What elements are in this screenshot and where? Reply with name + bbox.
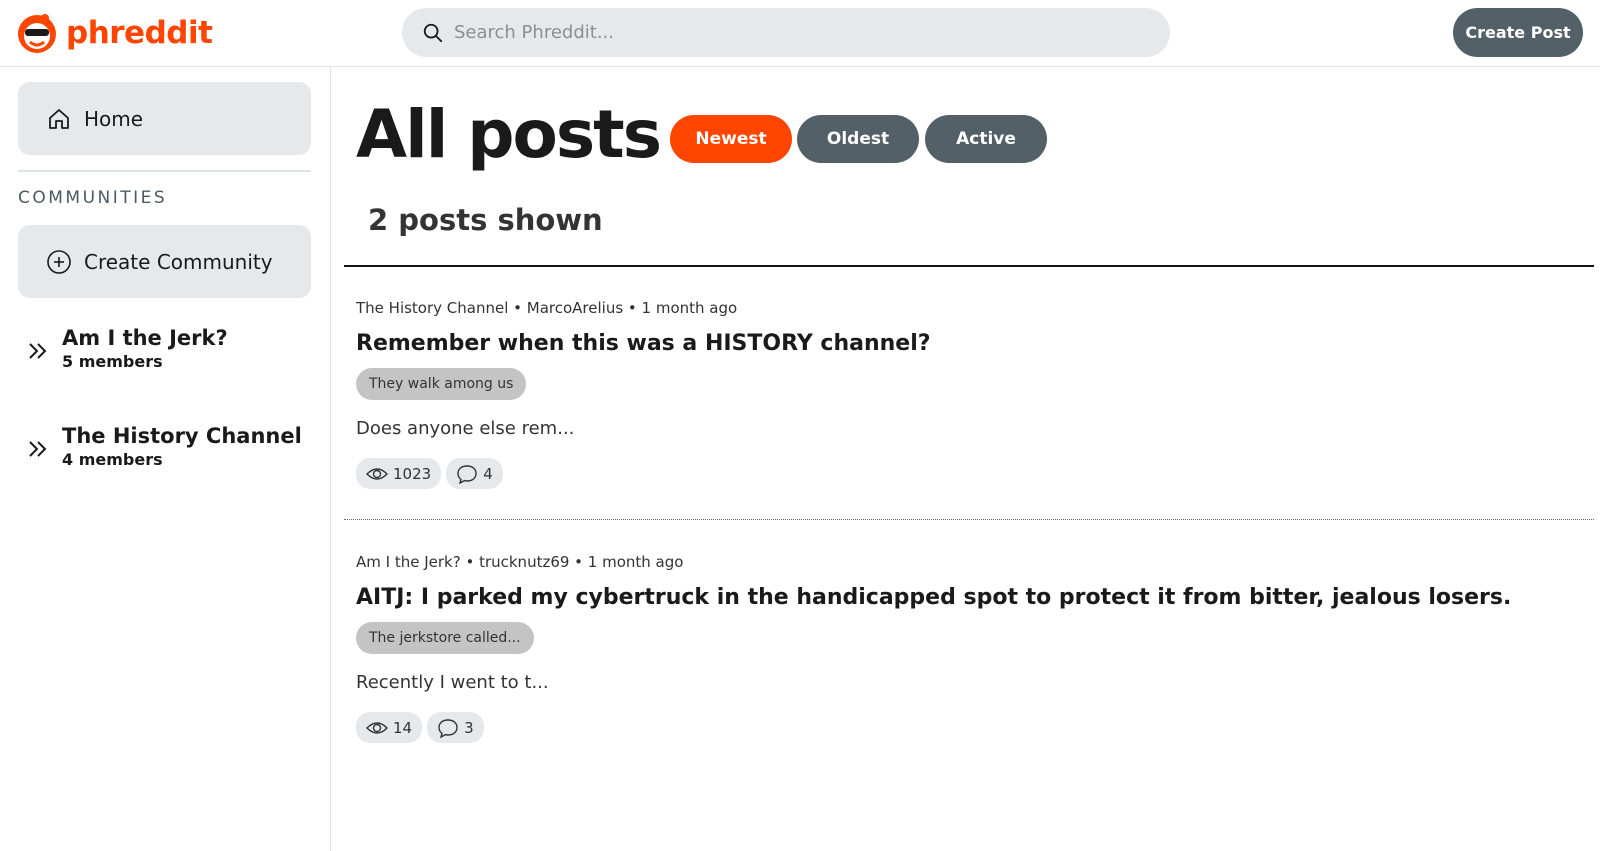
post-meta: The History Channel • MarcoArelius • 1 m… (356, 299, 738, 317)
create-community-label: Create Community (84, 249, 273, 274)
search-input[interactable] (454, 22, 1134, 43)
phreddit-mascot-icon (18, 14, 56, 53)
views-count: 14 (393, 718, 413, 737)
logo[interactable]: phreddit (16, 12, 213, 54)
top-header: phreddit Create Post (0, 0, 1600, 67)
post-flair: They walk among us (356, 368, 527, 400)
double-chevron-right-icon (29, 441, 47, 457)
communities-heading: COMMUNITIES (18, 188, 168, 208)
sort-active-button[interactable]: Active (925, 115, 1047, 163)
community-members: 4 members (62, 450, 163, 469)
main-content: All posts Newest Oldest Active 2 posts s… (331, 67, 1600, 851)
community-link-the-history-channel[interactable]: The History Channel 4 members (24, 423, 302, 471)
comment-bubble-icon (438, 718, 458, 738)
sidebar-divider (18, 170, 311, 172)
create-community-button[interactable]: Create Community (18, 225, 311, 298)
post-preview: Does anyone else rem... (356, 418, 575, 439)
header-divider (344, 265, 1594, 267)
community-link-am-i-the-jerk[interactable]: Am I the Jerk? 5 members (24, 325, 228, 373)
create-post-button[interactable]: Create Post (1453, 8, 1583, 57)
posts-count: 2 posts shown (368, 203, 603, 237)
page-title: All posts (356, 96, 662, 173)
double-chevron-right-icon (29, 343, 47, 359)
post-item[interactable]: Am I the Jerk? • trucknutz69 • 1 month a… (356, 552, 1576, 743)
post-divider (344, 519, 1594, 520)
home-icon (49, 108, 69, 129)
sort-newest-button[interactable]: Newest (670, 115, 792, 163)
community-name: The History Channel (62, 424, 302, 448)
home-button[interactable]: Home (18, 82, 311, 155)
community-members: 5 members (62, 352, 163, 371)
search-bar[interactable] (402, 8, 1170, 57)
comments-stat: 3 (427, 712, 484, 743)
views-count: 1023 (393, 464, 432, 483)
post-meta: Am I the Jerk? • trucknutz69 • 1 month a… (356, 553, 684, 571)
eye-icon (366, 467, 388, 480)
post-title[interactable]: Remember when this was a HISTORY channel… (356, 330, 1576, 358)
post-flair: The jerkstore called... (356, 622, 534, 654)
views-stat: 14 (356, 712, 423, 743)
comments-count: 4 (483, 464, 493, 483)
sidebar: Home COMMUNITIES Create Community Am I t… (0, 67, 331, 851)
post-preview: Recently I went to t... (356, 672, 549, 693)
community-name: Am I the Jerk? (62, 326, 228, 350)
post-stats: 1023 4 (356, 458, 1576, 489)
search-icon (423, 23, 443, 42)
views-stat: 1023 (356, 458, 442, 489)
comments-stat: 4 (446, 458, 503, 489)
post-stats: 14 3 (356, 712, 1576, 743)
plus-circle-icon (47, 249, 71, 274)
logo-text: phreddit (66, 15, 213, 51)
comments-count: 3 (464, 718, 474, 737)
eye-icon (366, 721, 388, 734)
comment-bubble-icon (457, 464, 477, 484)
post-item[interactable]: The History Channel • MarcoArelius • 1 m… (356, 298, 1576, 489)
sort-oldest-button[interactable]: Oldest (797, 115, 919, 163)
post-title[interactable]: AITJ: I parked my cybertruck in the hand… (356, 584, 1576, 612)
home-label: Home (84, 106, 144, 131)
